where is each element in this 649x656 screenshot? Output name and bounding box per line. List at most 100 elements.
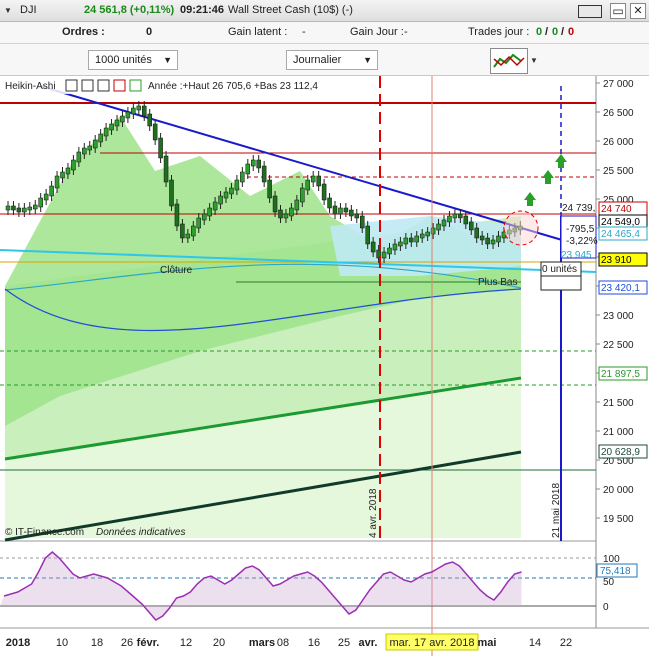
candle	[485, 237, 490, 245]
x-tick-label: 08	[277, 637, 289, 649]
candle	[240, 171, 245, 183]
candle	[163, 155, 169, 183]
candle	[158, 137, 163, 159]
candle	[365, 225, 370, 245]
price-tag: 24 740	[601, 204, 632, 215]
candle	[294, 199, 300, 211]
instrument-name: Wall Street Cash (10$) (-)	[228, 4, 353, 16]
arrow-down-red-icon[interactable]	[113, 79, 126, 92]
candle	[82, 147, 87, 155]
candle	[267, 179, 272, 199]
x-tick-label: mars	[249, 637, 275, 649]
y-tick-label: 27 000	[603, 79, 634, 90]
candle	[419, 233, 425, 239]
candle	[142, 105, 147, 117]
candle	[114, 119, 120, 127]
candle	[169, 179, 174, 207]
candle	[289, 207, 294, 217]
candle	[191, 225, 196, 237]
y-tick-label: 19 500	[603, 514, 634, 525]
price-tag: 23 910	[601, 255, 632, 266]
price-label: 24 739,	[562, 203, 595, 214]
collapse-chevron-icon[interactable]: ▼	[4, 6, 12, 15]
candle	[447, 215, 452, 223]
y-tick-label: 21 500	[603, 398, 634, 409]
mini-price-label: 23 945	[561, 250, 592, 261]
candle	[387, 247, 392, 255]
price-tag: 21 897,5	[601, 369, 640, 380]
chart-legend: Heikin-Ashi Année :+Haut 26 705,6 +Bas 2…	[2, 78, 372, 94]
chevron-down-icon: ▼	[363, 55, 372, 65]
candle	[103, 127, 109, 137]
y-tick-label: 26 000	[603, 137, 634, 148]
candle	[496, 235, 501, 243]
y-tick-label: 25 500	[603, 166, 634, 177]
x-tick-label: 12	[180, 637, 192, 649]
indicators-button[interactable]	[490, 48, 528, 74]
candle	[300, 187, 305, 203]
candle	[278, 209, 283, 219]
candle	[261, 165, 267, 183]
close-icon[interactable]: ✕	[630, 3, 646, 19]
x-tick-label: 20	[213, 637, 225, 649]
period-select[interactable]: Journalier ▼	[286, 50, 378, 70]
copyright-label: © IT-Finance.com	[5, 527, 84, 538]
candle	[321, 183, 327, 201]
y-tick-label: 20 000	[603, 485, 634, 496]
x-tick-label: 26	[121, 637, 133, 649]
candle	[370, 241, 376, 253]
candle	[310, 175, 316, 183]
candle	[338, 207, 343, 215]
price-tag: 24 549,0	[601, 217, 640, 228]
candle	[185, 233, 191, 239]
y-tick-label: 23 000	[603, 311, 634, 322]
y-tick-label: 21 000	[603, 427, 634, 438]
crosshair-icon[interactable]	[65, 79, 78, 92]
day-gain-value: -	[404, 26, 408, 38]
window-icon[interactable]	[81, 79, 94, 92]
candle	[305, 179, 310, 191]
date-marker-label: 21 mai 2018	[551, 483, 562, 538]
x-tick-label: 25	[338, 637, 350, 649]
stack-icon[interactable]	[97, 79, 110, 92]
x-tick-label: 18	[91, 637, 103, 649]
candle	[196, 217, 201, 229]
candle	[60, 171, 65, 179]
latent-label: Gain latent :	[228, 26, 288, 38]
x-tick-label: mar. 17 avr. 2018	[390, 637, 475, 649]
candle	[174, 203, 180, 227]
keypad-icon[interactable]	[578, 5, 602, 18]
order-size-select[interactable]: 1000 unités ▼	[88, 50, 178, 70]
candle	[125, 111, 131, 119]
price-tags: 24 740 24 549,024 465,4 23 910 23 420,1 21 8…	[598, 201, 648, 459]
candle	[43, 193, 49, 201]
candle	[354, 213, 360, 219]
candle	[87, 145, 92, 151]
candle	[120, 115, 125, 123]
indicator-label: Heikin-Ashi	[5, 81, 56, 92]
day-gain-label: Gain Jour :	[350, 26, 404, 38]
candle	[251, 159, 256, 167]
candle	[27, 206, 33, 211]
x-tick-label: 10	[56, 637, 68, 649]
candle	[33, 204, 38, 210]
candle	[136, 105, 142, 111]
candle	[436, 223, 441, 231]
candle	[207, 207, 212, 217]
candle	[147, 113, 152, 127]
candle	[414, 235, 419, 243]
candle	[452, 213, 458, 219]
y-tick-label: 26 500	[603, 108, 634, 119]
candle	[332, 205, 338, 215]
data-note-label: Données indicatives	[96, 527, 186, 538]
x-tick-label: 2018	[6, 637, 30, 649]
chevron-down-icon[interactable]: ▼	[530, 56, 538, 65]
candle	[5, 205, 11, 211]
price-chart[interactable]: 4 avr. 2018 21 mai 2018 -795,5 -3,22% 23…	[0, 76, 649, 656]
trades-losing: 0	[568, 26, 575, 38]
candle	[38, 197, 43, 208]
x-tick-label: avr.	[359, 637, 378, 649]
arrow-up-green-icon[interactable]	[129, 79, 142, 92]
popout-icon[interactable]: ▭	[610, 3, 626, 19]
symbol-label: DJI	[20, 4, 37, 16]
